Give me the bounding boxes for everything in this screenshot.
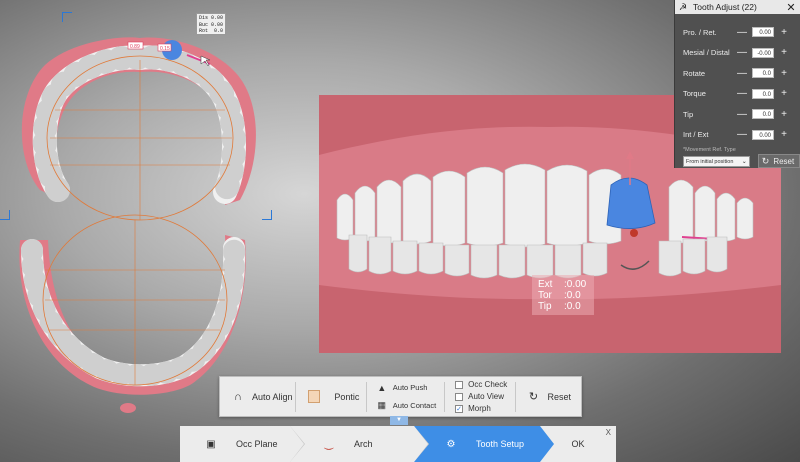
movement-ref-select[interactable]: From initial position ⌄ — [683, 155, 750, 167]
adjust-row-pro-ret: Pro. / Ret. — 0.00 + — [675, 22, 800, 43]
row-label: Int / Ext — [683, 130, 709, 140]
tooth-adjust-panel: ☭ Tooth Adjust (22) ✕ Pro. / Ret. — 0.00… — [674, 0, 800, 168]
auto-push-contact-group: ▲ Auto Push ▦ Auto Contact — [367, 377, 444, 416]
step-tooth-setup[interactable]: ⚙ Tooth Setup — [414, 426, 554, 462]
decrement-button[interactable]: — — [736, 109, 748, 120]
value-field[interactable]: 0.0 — [752, 109, 774, 120]
decrement-button[interactable]: — — [736, 68, 748, 79]
value-field[interactable]: -0.00 — [752, 47, 774, 58]
auto-push-button[interactable]: ▲ Auto Push — [375, 379, 427, 397]
adjust-row-torque: Torque — 0.0 + — [675, 84, 800, 105]
value-field[interactable]: 0.0 — [752, 88, 774, 99]
tooth-adjust-title: Tooth Adjust (22) — [693, 2, 757, 12]
adjust-row-tip: Tip — 0.0 + — [675, 104, 800, 125]
increment-button[interactable]: + — [778, 47, 790, 58]
row-label: Rotate — [683, 68, 706, 78]
increment-button[interactable]: + — [778, 68, 790, 79]
occlusal-arches: 0.89 0.15 — [19, 37, 256, 413]
occ-plane-icon: ▣ — [206, 438, 216, 450]
close-icon[interactable]: ✕ — [786, 1, 796, 14]
tooth-readout-box: Ext: 0.00 Tor: 0.0 Tip: 0.0 — [532, 275, 594, 315]
row-label: Tip — [683, 109, 694, 119]
arch-icon: ⏝ — [324, 438, 334, 450]
row-label: Mesial / Distal — [683, 48, 730, 58]
occlusal-info-box: Dis 0.00 Buc 0.00 Rot 0.0 — [196, 13, 226, 35]
auto-contact-icon: ▦ — [377, 400, 387, 410]
decrement-button[interactable]: — — [736, 47, 748, 58]
movement-ref-label: *Movement Ref. Type — [683, 147, 736, 153]
check-icon: ✓ — [455, 404, 464, 413]
morph-checkbox[interactable]: ✓ Morph — [455, 403, 491, 415]
auto-align-button[interactable]: ∩ Auto Align — [220, 377, 295, 416]
increment-button[interactable]: + — [778, 88, 790, 99]
panel-collapse-tab[interactable]: ▼ — [390, 416, 408, 425]
value-field[interactable]: 0.00 — [752, 129, 774, 140]
view-options-group: Occ Check Auto View ✓ Morph — [445, 377, 514, 416]
occ-check-checkbox[interactable]: Occ Check — [455, 379, 507, 391]
pontic-button[interactable]: Pontic — [296, 377, 365, 416]
upper-arch[interactable]: 0.89 0.15 — [21, 37, 256, 221]
auto-push-icon: ▲ — [377, 382, 387, 393]
value-field[interactable]: 0.00 — [752, 27, 774, 38]
frame-corner-tl — [62, 12, 72, 22]
adjust-row-rotate: Rotate — 0.0 + — [675, 63, 800, 84]
close-icon[interactable]: X — [606, 428, 611, 437]
decrement-button[interactable]: — — [736, 88, 748, 99]
step-arch[interactable]: ⏝ Arch — [290, 426, 429, 462]
tooth-adjust-reset-button[interactable]: ↻ Reset — [757, 154, 800, 168]
auto-view-checkbox[interactable]: Auto View — [455, 391, 504, 403]
tooth-tag-1: 0.89 — [130, 44, 140, 50]
tooth-setup-icon: ⚙ — [446, 438, 456, 450]
frame-corner-br — [262, 210, 272, 220]
decrement-button[interactable]: — — [736, 129, 748, 140]
row-label: Pro. / Ret. — [683, 27, 717, 37]
frame-corner-bl — [0, 210, 10, 220]
tooth-adjust-header[interactable]: ☭ Tooth Adjust (22) ✕ — [675, 0, 800, 14]
reset-button[interactable]: ↻ Reset — [516, 377, 581, 416]
occlusal-view[interactable]: 0.89 0.15 Dis 0.00 Buc 0.00 Rot 0.0 — [0, 0, 290, 420]
auto-contact-button[interactable]: ▦ Auto Contact — [375, 397, 437, 415]
chevron-down-icon: ⌄ — [741, 158, 747, 165]
lower-arch[interactable] — [19, 214, 246, 413]
tool-panel: ∩ Auto Align Pontic ▲ Auto Push ▦ Auto C… — [219, 376, 582, 417]
decrement-button[interactable]: — — [736, 27, 748, 38]
adjust-row-mesial-distal: Mesial / Distal — -0.00 + — [675, 43, 800, 64]
refresh-icon: ↻ — [761, 155, 770, 166]
pontic-icon — [308, 390, 321, 403]
increment-button[interactable]: + — [778, 27, 790, 38]
refresh-icon: ↻ — [528, 391, 539, 403]
increment-button[interactable]: + — [778, 109, 790, 120]
increment-button[interactable]: + — [778, 129, 790, 140]
row-label: Torque — [683, 89, 706, 99]
value-field[interactable]: 0.0 — [752, 68, 774, 79]
adjust-row-int-ext: Int / Ext — 0.00 + — [675, 125, 800, 146]
step-occ-plane[interactable]: ▣ Occ Plane — [180, 426, 305, 462]
tooth-icon: ☭ — [679, 2, 688, 12]
tooth-tag-2: 0.15 — [160, 46, 170, 52]
auto-align-icon: ∩ — [234, 390, 242, 403]
workflow-bar: ▣ Occ Plane ⏝ Arch ⚙ Tooth Setup OK X — [180, 426, 616, 462]
